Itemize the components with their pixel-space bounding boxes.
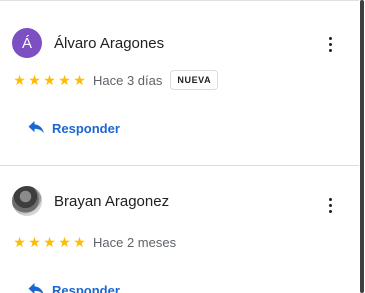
star-icon: ★ [13, 234, 26, 250]
more-vert-icon-dot [328, 48, 332, 52]
more-options-button[interactable] [323, 34, 337, 54]
more-vert-icon-dot [328, 42, 332, 46]
reply-button[interactable]: Responder [28, 116, 120, 140]
rating-row: ★ ★ ★ ★ ★ Hace 2 meses [12, 231, 176, 253]
avatar[interactable] [12, 186, 42, 216]
top-divider [0, 0, 359, 1]
review-header: Brayan Aragonez [12, 186, 169, 216]
star-icon: ★ [28, 234, 41, 250]
avatar-initial: Á [21, 34, 32, 52]
reviewer-name[interactable]: Brayan Aragonez [54, 193, 169, 210]
reply-icon [28, 121, 44, 134]
review-date: Hace 2 meses [93, 234, 177, 250]
star-rating: ★ ★ ★ ★ ★ [12, 73, 87, 87]
more-vert-icon [328, 36, 332, 40]
star-icon: ★ [43, 234, 56, 250]
star-icon: ★ [73, 234, 86, 250]
scrollbar[interactable] [359, 0, 365, 293]
star-icon: ★ [28, 72, 41, 88]
reply-label: Responder [52, 120, 120, 136]
rating-row: ★ ★ ★ ★ ★ Hace 3 días NUEVA [12, 69, 219, 91]
star-icon: ★ [73, 72, 86, 88]
reviewer-name[interactable]: Álvaro Aragones [54, 35, 164, 52]
star-icon: ★ [58, 72, 71, 88]
star-icon: ★ [13, 72, 26, 88]
star-rating: ★ ★ ★ ★ ★ [12, 235, 87, 249]
scrollbar-thumb[interactable] [360, 0, 364, 293]
more-options-button[interactable] [323, 195, 337, 215]
avatar[interactable]: Á [12, 28, 42, 58]
star-icon: ★ [58, 234, 71, 250]
new-badge: NUEVA [170, 70, 219, 90]
more-vert-icon-dot [328, 203, 332, 207]
reply-icon [28, 283, 44, 293]
review-divider [0, 165, 359, 166]
review-date: Hace 3 días [93, 72, 163, 88]
reply-button[interactable]: Responder [28, 278, 120, 293]
review-header: Á Álvaro Aragones [12, 28, 164, 58]
star-icon: ★ [43, 72, 56, 88]
reply-label: Responder [52, 282, 120, 293]
reviews-panel: Á Álvaro Aragones ★ ★ ★ ★ ★ Hace 3 días … [0, 0, 365, 293]
more-vert-icon-dot [328, 209, 332, 213]
more-vert-icon [328, 197, 332, 201]
